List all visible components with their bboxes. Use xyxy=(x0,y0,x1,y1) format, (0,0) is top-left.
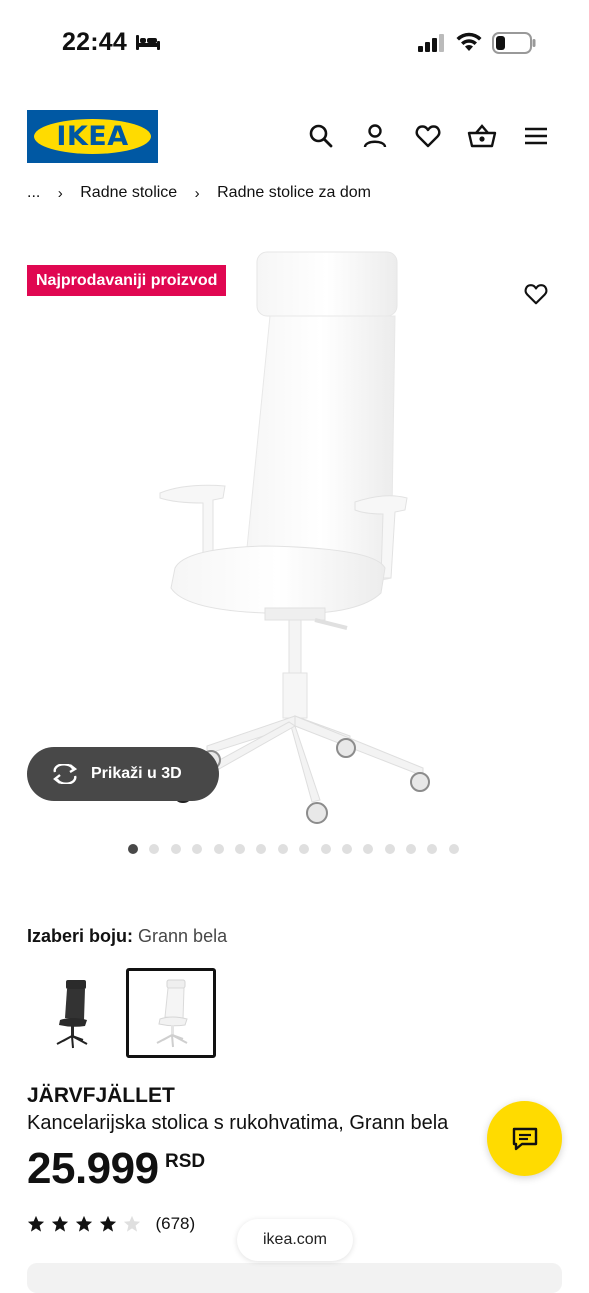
bestseller-badge: Najprodavaniji proizvod xyxy=(27,265,227,296)
carousel-dot[interactable] xyxy=(192,844,203,854)
chat-bubble-icon xyxy=(512,1127,538,1151)
sleep-focus-icon xyxy=(135,33,161,56)
carousel-dot[interactable] xyxy=(213,844,224,854)
carousel-dot[interactable] xyxy=(384,844,395,854)
star-filled-icon xyxy=(99,1215,117,1232)
star-empty-icon xyxy=(123,1215,141,1232)
rating-stars xyxy=(27,1215,147,1232)
ikea-logo[interactable]: IKEA xyxy=(27,110,158,163)
status-time: 22:44 xyxy=(62,28,127,56)
carousel-dot[interactable] xyxy=(363,844,374,854)
breadcrumb-item[interactable]: Radne stolice za dom xyxy=(217,184,371,202)
view-in-3d-button[interactable]: Prikaži u 3D xyxy=(27,747,219,801)
cellular-signal-icon xyxy=(418,33,446,58)
carousel-dot[interactable] xyxy=(427,844,438,854)
status-bar: 22:44 xyxy=(0,0,589,88)
black-chair-thumbnail xyxy=(56,980,88,1049)
carousel-dot[interactable] xyxy=(170,844,181,854)
star-filled-icon xyxy=(27,1215,45,1232)
logo-text: IKEA xyxy=(56,121,129,152)
search-icon[interactable] xyxy=(307,122,335,150)
carousel-dot[interactable] xyxy=(149,844,160,854)
carousel-dot[interactable] xyxy=(256,844,267,854)
star-filled-icon xyxy=(51,1215,69,1232)
shopping-basket-icon[interactable] xyxy=(467,122,497,150)
carousel-dot[interactable] xyxy=(277,844,288,854)
carousel-dot[interactable] xyxy=(448,844,459,854)
carousel-pagination[interactable] xyxy=(128,844,470,856)
product-rating[interactable]: (678) xyxy=(27,1214,195,1236)
color-option-white[interactable] xyxy=(126,968,216,1058)
color-picker-title: Izaberi boju: xyxy=(27,926,134,946)
carousel-dot[interactable] xyxy=(128,844,138,854)
favorites-heart-icon[interactable] xyxy=(414,122,442,150)
carousel-dot[interactable] xyxy=(320,844,331,854)
add-to-favorites-button[interactable] xyxy=(510,268,562,320)
chevron-right-icon: › xyxy=(194,184,200,202)
price-currency: RSD xyxy=(165,1151,206,1172)
view-in-3d-label: Prikaži u 3D xyxy=(91,765,182,782)
wifi-icon xyxy=(455,31,483,58)
chat-button[interactable] xyxy=(487,1101,562,1176)
browser-url-pill[interactable]: ikea.com xyxy=(237,1219,353,1261)
site-header: IKEA xyxy=(0,100,589,172)
color-picker-label: Izaberi boju: Grann bela xyxy=(27,926,227,947)
selected-color-name: Grann bela xyxy=(138,926,228,946)
product-name: JÄRVFJÄLLET xyxy=(27,1084,175,1107)
carousel-dot[interactable] xyxy=(341,844,352,854)
chevron-right-icon: › xyxy=(57,184,63,202)
rotate-3d-icon xyxy=(53,764,78,784)
breadcrumb: ... › Radne stolice › Radne stolice za d… xyxy=(27,184,371,206)
breadcrumb-item[interactable]: Radne stolice xyxy=(80,184,177,202)
product-image-gallery[interactable]: Najprodavaniji proizvod Prikaži u 3D xyxy=(0,230,589,830)
color-option-black[interactable] xyxy=(27,968,117,1058)
carousel-dot[interactable] xyxy=(299,844,310,854)
add-to-cart-bar[interactable] xyxy=(27,1263,562,1293)
review-count[interactable]: (678) xyxy=(155,1214,195,1234)
product-description: Kancelarijska stolica s rukohvatima, Gra… xyxy=(27,1112,449,1134)
white-chair-thumbnail xyxy=(156,979,188,1048)
product-price: 25.999 xyxy=(27,1144,159,1193)
carousel-dot[interactable] xyxy=(406,844,417,854)
battery-icon xyxy=(492,32,536,59)
heart-icon xyxy=(524,284,548,305)
star-filled-icon xyxy=(75,1215,93,1232)
menu-hamburger-icon[interactable] xyxy=(522,122,550,150)
account-icon[interactable] xyxy=(361,122,389,150)
carousel-dot[interactable] xyxy=(234,844,245,854)
breadcrumb-ellipsis[interactable]: ... xyxy=(27,184,40,202)
